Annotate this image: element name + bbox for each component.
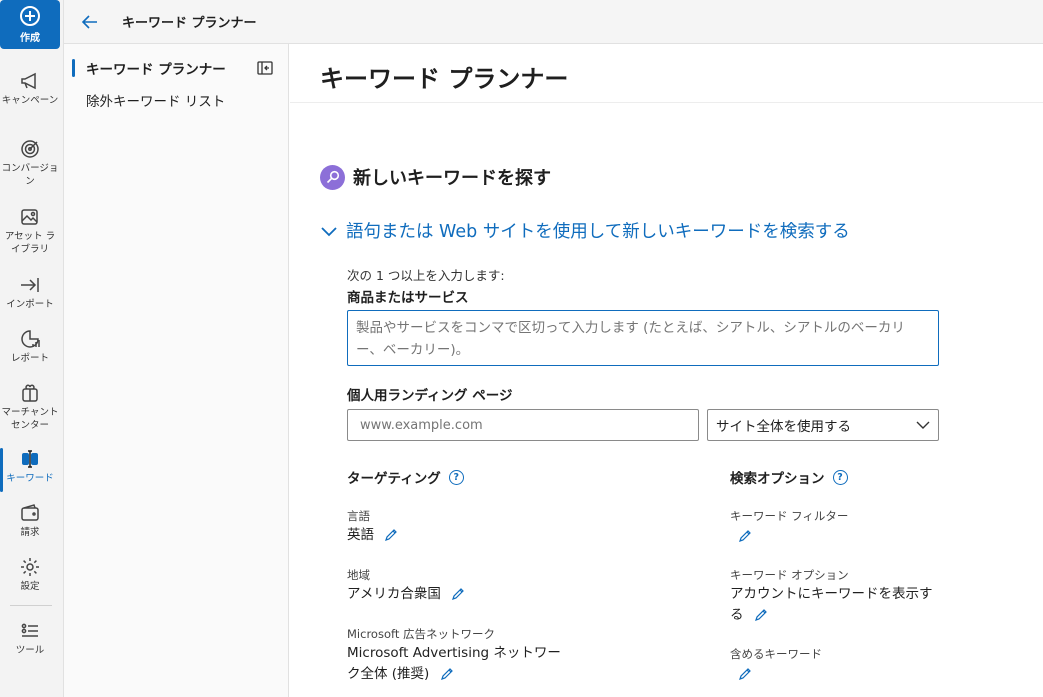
language-label: 言語 xyxy=(347,509,370,523)
keyword-filter-label: キーワード フィルター xyxy=(730,509,849,523)
keyword-option-value-row: アカウントにキーワードを表示する xyxy=(730,584,935,626)
subnav-item-negative-keyword-lists[interactable]: 除外キーワード リスト xyxy=(64,88,289,112)
instruction-text: 次の 1 つ以上を入力します: xyxy=(347,268,505,283)
rail-item-label: マーチャント センター xyxy=(1,407,59,431)
section-title: 新しいキーワードを探す xyxy=(353,168,551,189)
targeting-header: ターゲティング ? xyxy=(347,467,464,487)
rail-item-label: レポート xyxy=(10,353,49,364)
page-title: キーワード プランナー xyxy=(320,65,569,93)
back-arrow-icon[interactable] xyxy=(78,10,102,34)
subnav-item-label: 除外キーワード リスト xyxy=(86,94,226,110)
top-bar: キーワード プランナー xyxy=(64,0,1043,44)
rail-item-label: インポート xyxy=(6,299,54,310)
products-label: 商品またはサービス xyxy=(347,290,469,306)
network-label: Microsoft 広告ネットワーク xyxy=(347,627,495,641)
rail-item-keywords[interactable]: キーワード xyxy=(0,448,60,492)
create-label: 作成 xyxy=(20,32,40,44)
gear-icon xyxy=(21,558,39,576)
scope-select-value: サイト全体を使用する xyxy=(716,419,851,435)
keyword-icon xyxy=(22,450,38,468)
rail-item-label: ツール xyxy=(15,645,45,656)
rail-item-label: 設定 xyxy=(20,581,40,592)
edit-pencil-icon[interactable] xyxy=(754,608,768,622)
edit-pencil-icon[interactable] xyxy=(451,587,465,601)
report-icon xyxy=(21,330,40,348)
location-label: 地域 xyxy=(347,568,370,582)
rail-item-merchant-center[interactable]: マーチャント センター xyxy=(0,382,60,432)
language-value-row: 英語 xyxy=(347,525,398,546)
search-icon xyxy=(320,164,345,190)
plus-icon xyxy=(20,5,40,26)
rail-item-billing[interactable]: 請求 xyxy=(0,502,60,539)
subnav-item-keyword-planner[interactable]: キーワード プランナー xyxy=(64,56,289,80)
left-rail: 作成 キャンペーン コンバージョン アセット ライブラリ インポート レポート … xyxy=(0,0,64,697)
rail-item-campaigns[interactable]: キャンペーン xyxy=(0,70,60,107)
rail-item-label: キーワード xyxy=(6,473,54,484)
language-value: 英語 xyxy=(347,527,374,543)
collapse-panel-icon[interactable] xyxy=(257,61,273,75)
chevron-down-icon xyxy=(321,226,337,236)
subnav-item-label: キーワード プランナー xyxy=(86,62,226,78)
include-keywords-label: 含めるキーワード xyxy=(730,647,822,661)
top-bar-title: キーワード プランナー xyxy=(122,16,257,31)
gift-icon xyxy=(22,384,38,402)
landing-page-label: 個人用ランディング ページ xyxy=(347,388,513,404)
rail-item-label: コンバージョン xyxy=(1,163,59,187)
targeting-title: ターゲティング xyxy=(347,471,441,487)
rail-item-label: アセット ライブラリ xyxy=(4,231,56,255)
section-header: 新しいキーワードを探す xyxy=(320,164,551,190)
network-value-row: Microsoft Advertising ネットワーク全体 (推奨) xyxy=(347,643,562,685)
chevron-down-icon xyxy=(916,421,930,429)
rail-item-settings[interactable]: 設定 xyxy=(0,556,60,593)
main-content: キーワード プランナー 新しいキーワードを探す 語句または Web サイトを使用… xyxy=(290,44,1043,697)
search-options-header: 検索オプション ? xyxy=(730,467,848,487)
rail-divider xyxy=(10,605,52,606)
wallet-icon xyxy=(21,504,39,521)
target-icon xyxy=(21,140,39,158)
find-keywords-expander[interactable]: 語句または Web サイトを使用して新しいキーワードを検索する xyxy=(320,218,850,243)
landing-page-input[interactable] xyxy=(347,409,699,441)
help-icon[interactable]: ? xyxy=(448,469,464,485)
import-icon xyxy=(21,278,39,292)
image-library-icon xyxy=(21,209,38,225)
sub-navigation: キーワード プランナー 除外キーワード リスト xyxy=(64,44,289,697)
megaphone-icon xyxy=(21,72,36,90)
search-options-title: 検索オプション xyxy=(730,471,825,487)
help-icon[interactable]: ? xyxy=(832,469,848,485)
network-value: Microsoft Advertising ネットワーク全体 (推奨) xyxy=(347,645,561,682)
title-divider xyxy=(290,102,1043,103)
keyword-option-label: キーワード オプション xyxy=(730,568,849,582)
scope-select[interactable]: サイト全体を使用する xyxy=(707,409,939,441)
rail-item-label: キャンペーン xyxy=(1,95,59,106)
edit-pencil-icon[interactable] xyxy=(738,529,752,543)
tools-list-icon xyxy=(21,623,38,637)
create-button[interactable]: 作成 xyxy=(0,0,60,49)
rail-item-tools[interactable]: ツール xyxy=(0,620,60,657)
rail-item-conversions[interactable]: コンバージョン xyxy=(0,138,60,188)
location-value-row: アメリカ合衆国 xyxy=(347,584,465,605)
edit-pencil-icon[interactable] xyxy=(440,667,454,681)
products-input[interactable] xyxy=(347,310,939,366)
location-value: アメリカ合衆国 xyxy=(347,586,441,602)
rail-item-reports[interactable]: レポート xyxy=(0,328,60,365)
edit-pencil-icon[interactable] xyxy=(738,667,752,681)
rail-item-label: 請求 xyxy=(20,527,40,538)
expander-label: 語句または Web サイトを使用して新しいキーワードを検索する xyxy=(346,222,850,242)
edit-pencil-icon[interactable] xyxy=(384,528,398,542)
rail-item-import[interactable]: インポート xyxy=(0,274,60,311)
rail-item-asset-library[interactable]: アセット ライブラリ xyxy=(0,206,60,256)
